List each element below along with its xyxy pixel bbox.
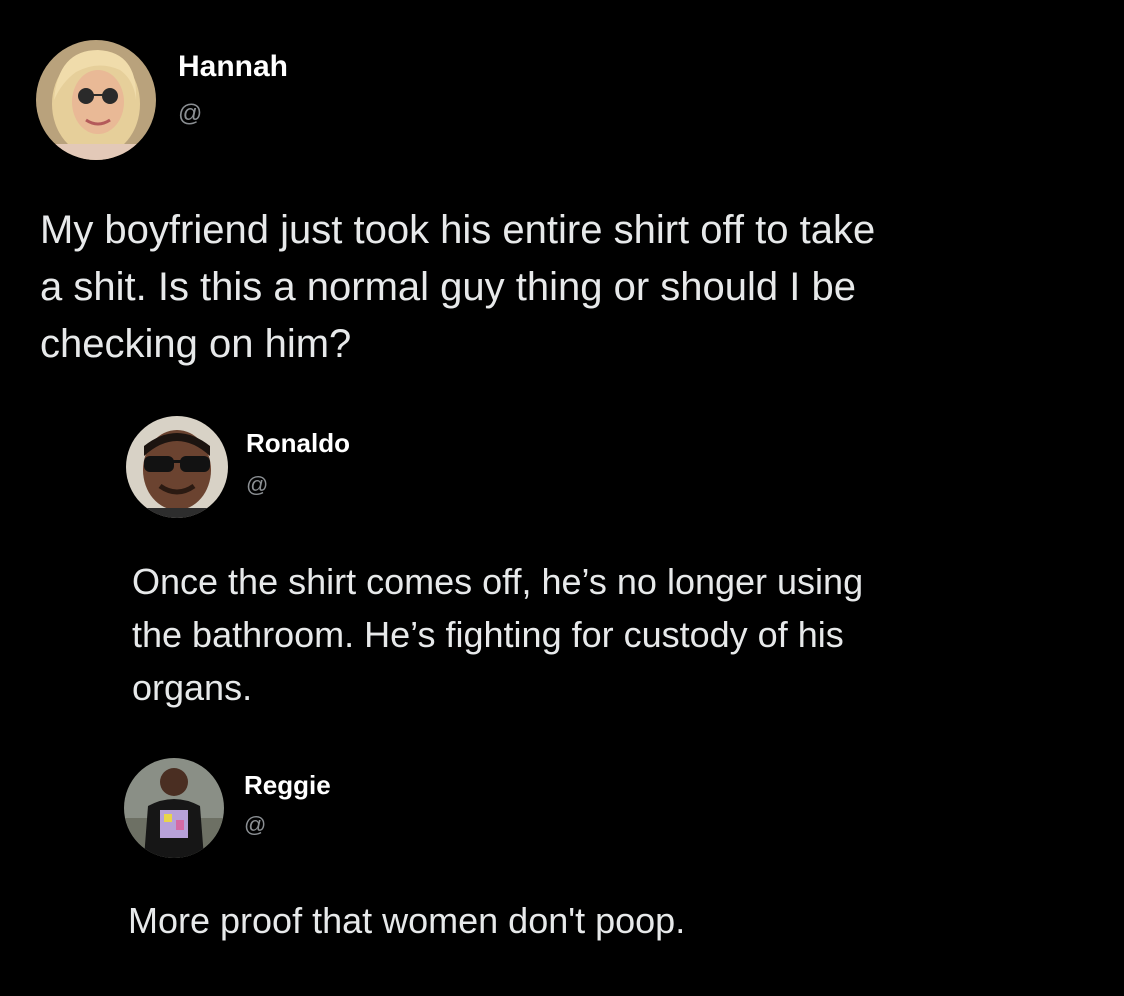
author-handle[interactable]: @ <box>246 472 268 498</box>
avatar-ronaldo[interactable] <box>126 416 228 518</box>
reply-text: Once the shirt comes off, he’s no longer… <box>132 561 864 708</box>
avatar-hannah[interactable] <box>36 40 156 160</box>
author-name[interactable]: Hannah <box>178 50 288 84</box>
reply-text: More proof that women don't poop. <box>128 900 686 941</box>
avatar-reggie[interactable] <box>124 758 224 858</box>
avatar-photo-icon <box>124 758 224 858</box>
author-handle[interactable]: @ <box>244 812 266 838</box>
avatar-photo-icon <box>36 40 156 160</box>
tweet-text: My boyfriend just took his entire shirt … <box>40 208 876 366</box>
avatar-photo-icon <box>126 416 228 518</box>
author-name[interactable]: Ronaldo <box>246 428 350 459</box>
author-name[interactable]: Reggie <box>244 770 331 801</box>
author-handle[interactable]: @ <box>178 100 202 128</box>
